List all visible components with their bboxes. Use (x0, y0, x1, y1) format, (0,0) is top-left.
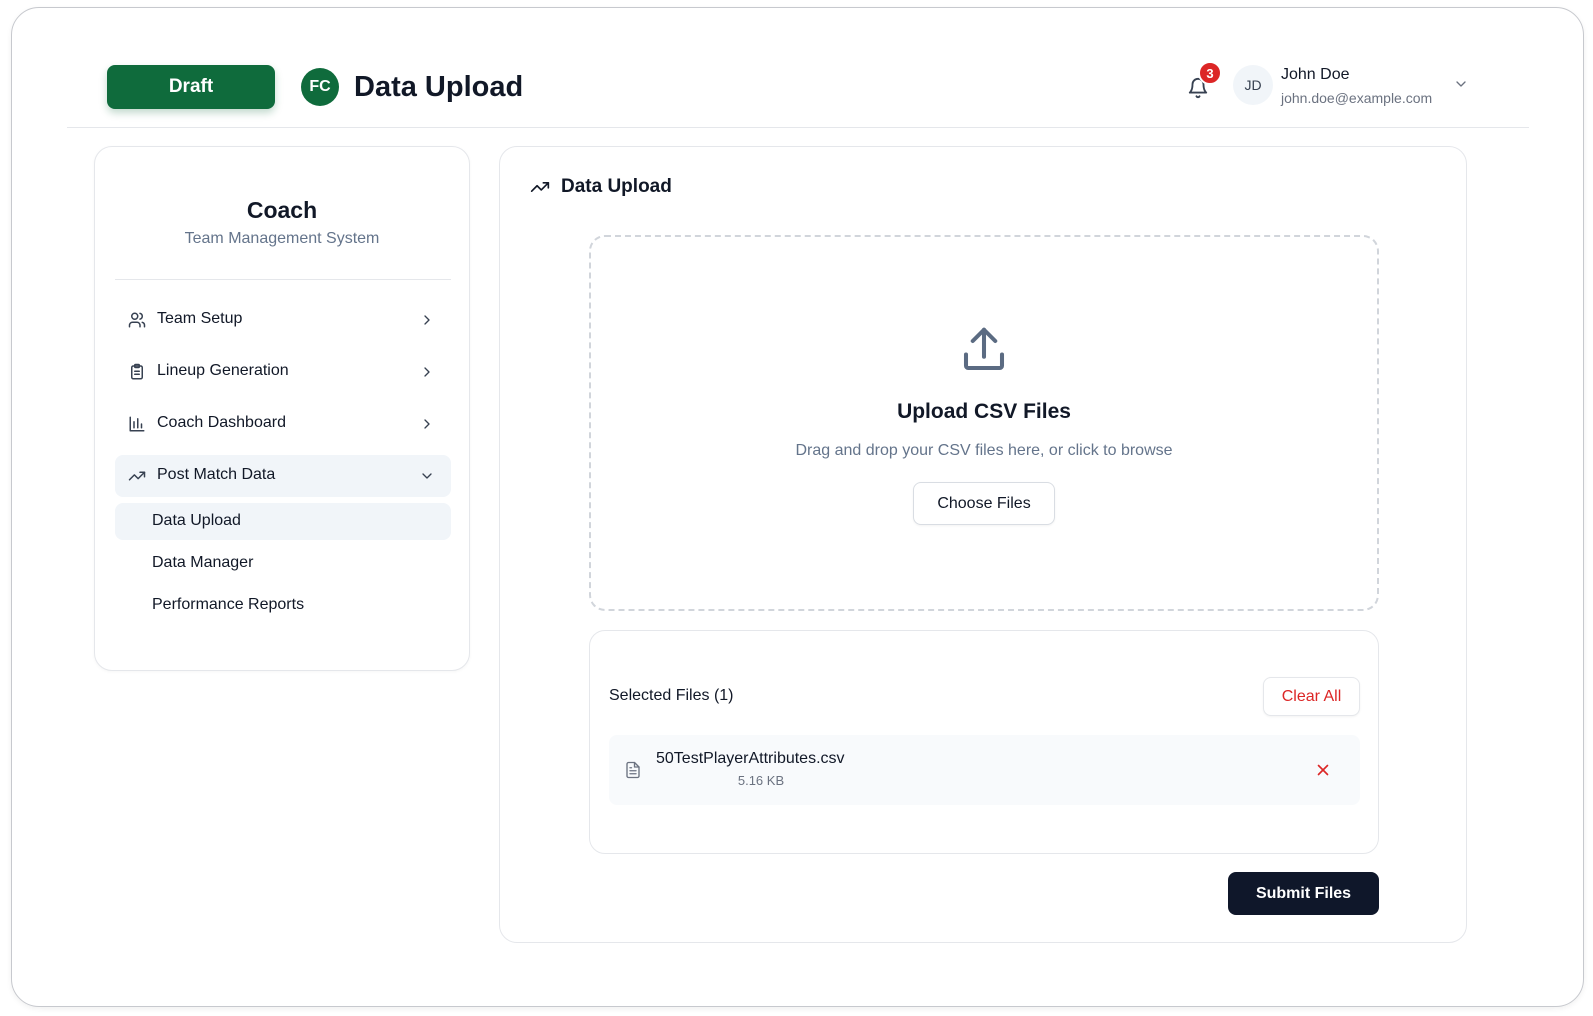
sidebar-subtitle: Team Management System (184, 230, 380, 247)
selected-files-title: Selected Files (1) (609, 687, 734, 704)
sidebar-subitem-performance-reports[interactable]: Performance Reports (115, 587, 451, 624)
sidebar-item-label: Lineup Generation (157, 362, 289, 379)
sidebar-subitem-label: Performance Reports (152, 596, 305, 613)
app-window: Draft FC Data Upload 3 JD John Doe john.… (11, 7, 1584, 1007)
bar-chart-icon (128, 415, 146, 433)
chevron-right-icon (419, 416, 435, 432)
sidebar-subitem-data-manager[interactable]: Data Manager (115, 545, 451, 582)
sidebar-item-label: Post Match Data (157, 466, 276, 483)
sidebar-subitem-data-upload[interactable]: Data Upload (115, 503, 451, 540)
chevron-down-icon (419, 468, 435, 484)
section-title: Data Upload (561, 176, 672, 197)
chevron-down-icon[interactable] (1453, 76, 1469, 92)
sidebar-subitem-label: Data Manager (152, 554, 254, 571)
selected-files-card: Selected Files (1) Clear All 50TestPlaye… (589, 630, 1379, 854)
clear-all-button[interactable]: Clear All (1263, 677, 1360, 716)
submit-files-button[interactable]: Submit Files (1228, 872, 1379, 915)
sidebar-item-label: Coach Dashboard (157, 414, 286, 431)
avatar[interactable]: JD (1233, 65, 1273, 105)
users-icon (128, 311, 146, 329)
clipboard-icon (128, 363, 146, 381)
sidebar-title: Coach (246, 197, 318, 223)
close-icon[interactable] (1314, 761, 1332, 779)
user-email: john.doe@example.com (1281, 90, 1433, 106)
sidebar-subitem-label: Data Upload (152, 512, 241, 529)
sidebar: Coach Team Management System Team Setup (94, 146, 470, 671)
draft-button[interactable]: Draft (107, 65, 275, 109)
user-name: John Doe (1281, 66, 1350, 83)
dropzone-description: Drag and drop your CSV files here, or cl… (795, 442, 1173, 459)
sidebar-item-coach-dashboard[interactable]: Coach Dashboard (115, 403, 451, 445)
main-card: Data Upload Upload CSV Files Drag and dr… (499, 146, 1467, 943)
choose-files-button[interactable]: Choose Files (913, 482, 1055, 525)
sidebar-item-team-setup[interactable]: Team Setup (115, 299, 451, 341)
page-title: Data Upload (354, 71, 524, 103)
upload-icon (957, 323, 1011, 377)
team-logo: FC (301, 68, 339, 106)
dropzone-title: Upload CSV Files (897, 400, 1071, 423)
file-dropzone[interactable]: Upload CSV Files Drag and drop your CSV … (589, 235, 1379, 611)
chevron-right-icon (419, 312, 435, 328)
chevron-right-icon (419, 364, 435, 380)
sidebar-item-label: Team Setup (157, 310, 243, 327)
sidebar-divider (115, 279, 451, 280)
sidebar-item-post-match-data[interactable]: Post Match Data (115, 455, 451, 497)
file-name: 50TestPlayerAttributes.csv (656, 750, 845, 767)
trending-up-icon (528, 177, 552, 197)
file-text-icon (624, 759, 642, 781)
sidebar-item-lineup-generation[interactable]: Lineup Generation (115, 351, 451, 393)
trending-up-icon (128, 467, 146, 485)
top-header: Draft FC Data Upload 3 JD John Doe john.… (67, 48, 1529, 128)
notification-badge: 3 (1198, 61, 1222, 85)
file-size: 5.16 KB (737, 773, 785, 788)
list-item: 50TestPlayerAttributes.csv 5.16 KB (609, 735, 1360, 805)
